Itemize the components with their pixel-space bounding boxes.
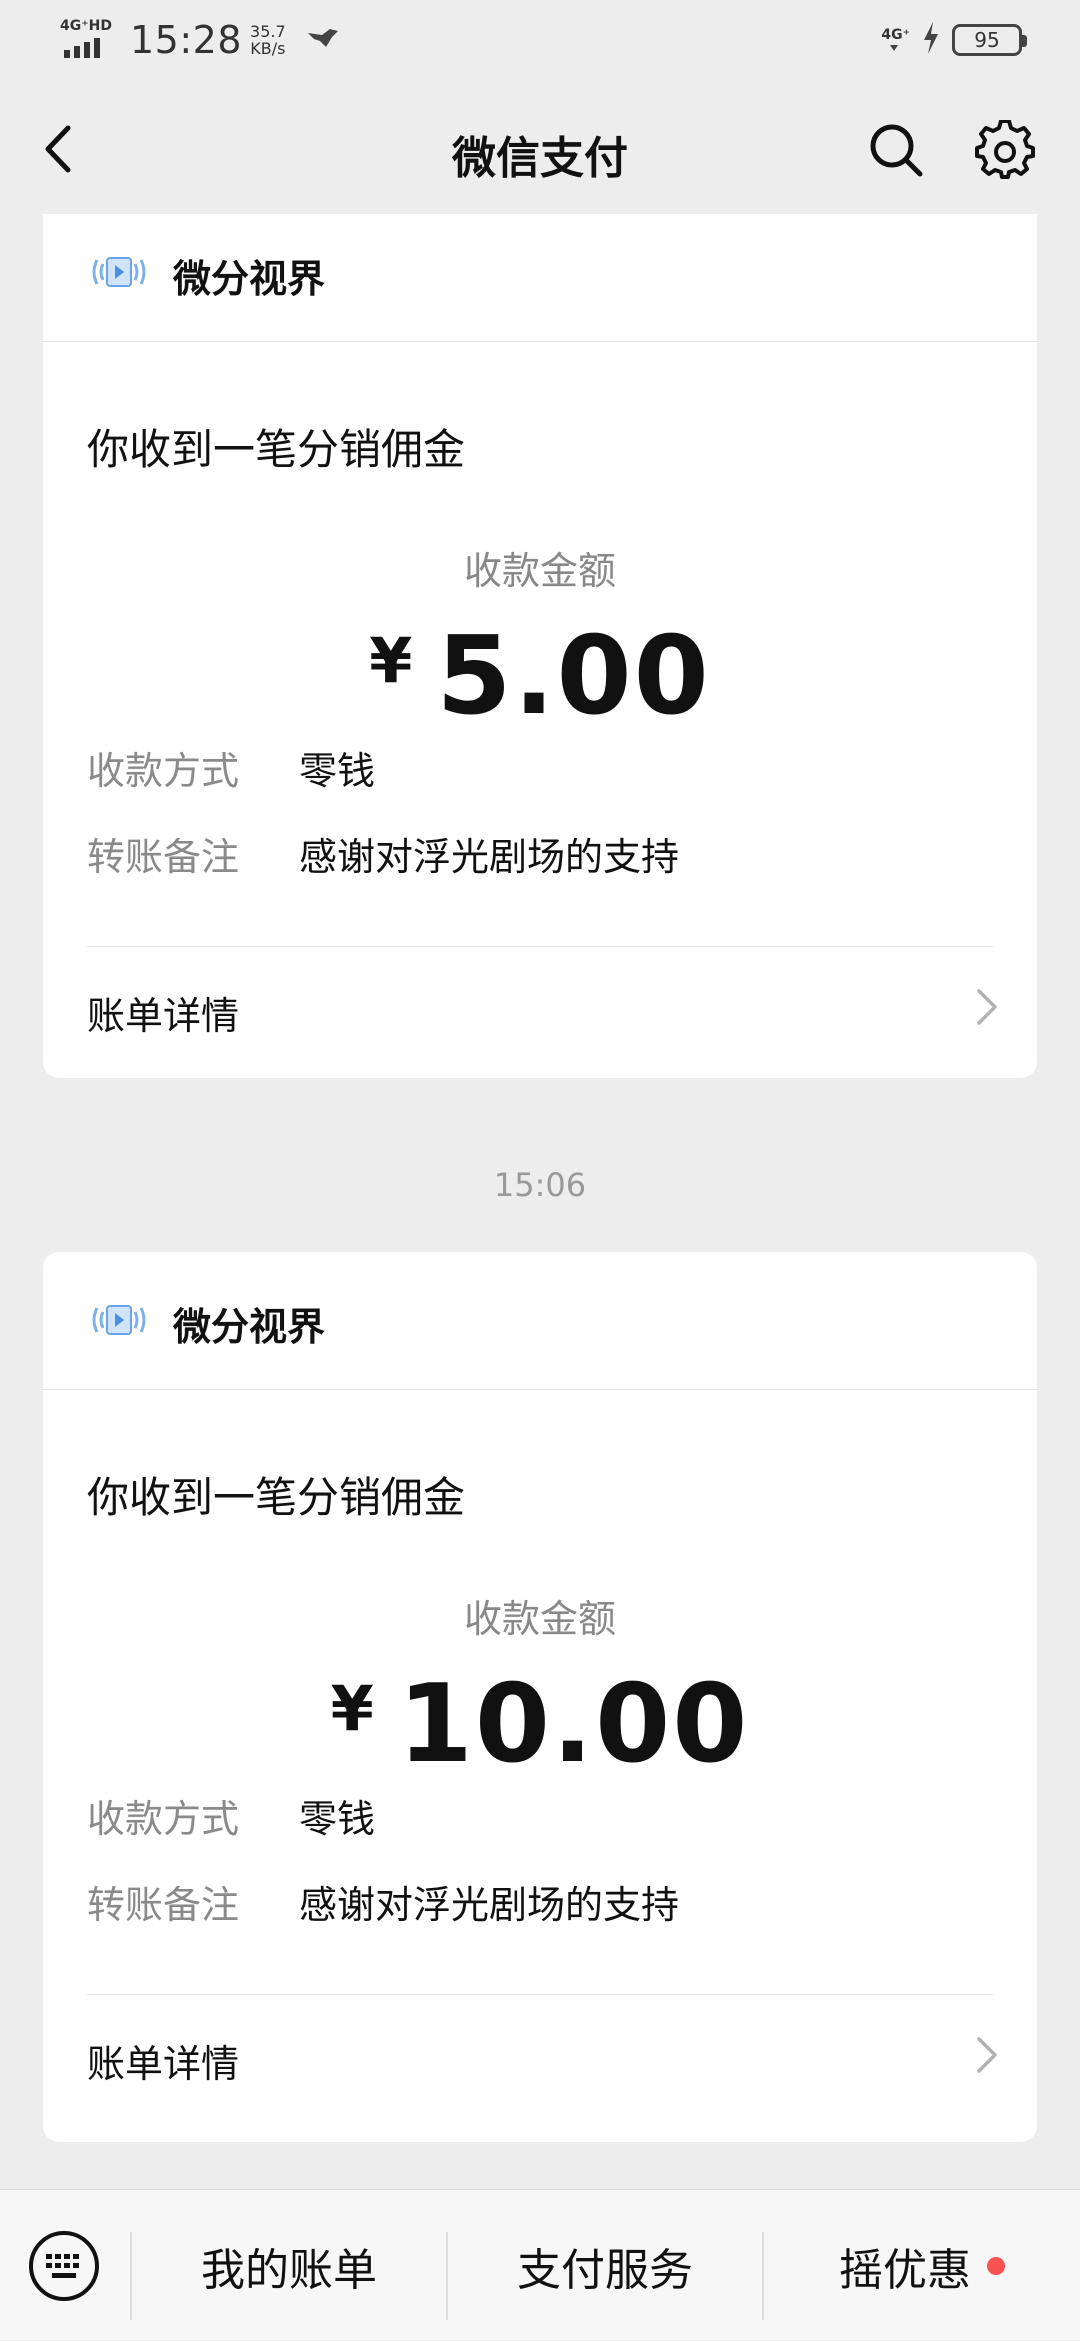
payment-method-label: 收款方式 bbox=[87, 1797, 240, 1841]
keyboard-toggle-button[interactable] bbox=[28, 2230, 100, 2302]
currency-symbol: ¥ bbox=[330, 1672, 374, 1745]
mobile-data-indicator: 4G⁺ bbox=[881, 27, 910, 53]
message-list[interactable]: 微分视界 你收到一笔分销佣金 收款金额 ¥5.00 收款方式 零钱 转账备注 感… bbox=[0, 214, 1080, 2189]
bottom-menu-bar: 我的账单 支付服务 摇优惠 bbox=[0, 2189, 1080, 2340]
amount-label: 收款金额 bbox=[463, 1597, 616, 1641]
chevron-right-icon bbox=[977, 989, 997, 1025]
transfer-note-row: 转账备注 感谢对浮光剧场的支持 bbox=[87, 826, 679, 881]
card-header[interactable]: 微分视界 bbox=[43, 214, 1037, 342]
transfer-note-value: 感谢对浮光剧场的支持 bbox=[299, 835, 680, 879]
amount-value: 10.00 bbox=[397, 1662, 750, 1787]
card-header[interactable]: 微分视界 bbox=[43, 1252, 1037, 1390]
notification-bird-icon bbox=[306, 25, 340, 55]
keyboard-icon bbox=[29, 2231, 99, 2301]
tab-shake-offers[interactable]: 摇优惠 bbox=[764, 2190, 1080, 2341]
source-name: 微分视界 bbox=[173, 257, 326, 301]
bill-detail-label: 账单详情 bbox=[87, 2042, 240, 2086]
amount: ¥5.00 bbox=[43, 614, 1037, 739]
notification-dot bbox=[987, 2256, 1005, 2275]
amount-label: 收款金额 bbox=[463, 549, 616, 593]
payment-method-row: 收款方式 零钱 bbox=[87, 1788, 375, 1843]
charging-icon bbox=[922, 22, 940, 58]
transfer-note-row: 转账备注 感谢对浮光剧场的支持 bbox=[87, 1874, 679, 1929]
network-label: 4G⁺HD bbox=[60, 18, 112, 34]
payment-method-value: 零钱 bbox=[299, 1797, 376, 1841]
message-timestamp: 15:06 bbox=[493, 1166, 587, 1204]
nav-bar: 微信支付 bbox=[0, 84, 1080, 214]
payment-card: 微分视界 你收到一笔分销佣金 收款金额 ¥5.00 收款方式 零钱 转账备注 感… bbox=[43, 214, 1037, 1078]
search-icon bbox=[870, 124, 923, 177]
transfer-note-value: 感谢对浮光剧场的支持 bbox=[299, 1883, 680, 1927]
settings-button[interactable] bbox=[975, 119, 1035, 180]
amount: ¥10.00 bbox=[43, 1662, 1037, 1787]
message-title: 你收到一笔分销佣金 bbox=[87, 425, 466, 474]
video-channel-icon bbox=[91, 252, 147, 292]
message-title: 你收到一笔分销佣金 bbox=[87, 1473, 466, 1522]
chevron-right-icon bbox=[977, 2037, 997, 2073]
tab-payment-services[interactable]: 支付服务 bbox=[448, 2190, 762, 2341]
battery-indicator: 95 bbox=[952, 24, 1027, 56]
status-time: 15:28 bbox=[130, 18, 243, 62]
payment-method-value: 零钱 bbox=[299, 749, 376, 793]
currency-symbol: ¥ bbox=[369, 624, 413, 697]
source-name: 微分视界 bbox=[173, 1305, 326, 1349]
network-speed: 35.7 KB/s bbox=[250, 22, 286, 58]
signal-icon: 4G⁺HD bbox=[58, 18, 112, 62]
gear-icon bbox=[975, 119, 1035, 179]
video-channel-icon bbox=[91, 1300, 147, 1340]
payment-card: 微分视界 你收到一笔分销佣金 收款金额 ¥10.00 收款方式 零钱 转账备注 … bbox=[43, 1252, 1037, 2142]
search-button[interactable] bbox=[868, 122, 924, 178]
amount-value: 5.00 bbox=[436, 614, 711, 739]
bill-detail-label: 账单详情 bbox=[87, 994, 240, 1038]
transfer-note-label: 转账备注 bbox=[87, 1883, 240, 1927]
status-bar: 4G⁺HD 15:28 35.7 KB/s 4G⁺ 95 bbox=[0, 0, 1080, 84]
bill-detail-link[interactable]: 账单详情 bbox=[43, 947, 1037, 1067]
payment-method-label: 收款方式 bbox=[87, 749, 240, 793]
payment-method-row: 收款方式 零钱 bbox=[87, 740, 375, 795]
tab-my-bills[interactable]: 我的账单 bbox=[132, 2190, 446, 2341]
bill-detail-link[interactable]: 账单详情 bbox=[43, 1995, 1037, 2115]
transfer-note-label: 转账备注 bbox=[87, 835, 240, 879]
